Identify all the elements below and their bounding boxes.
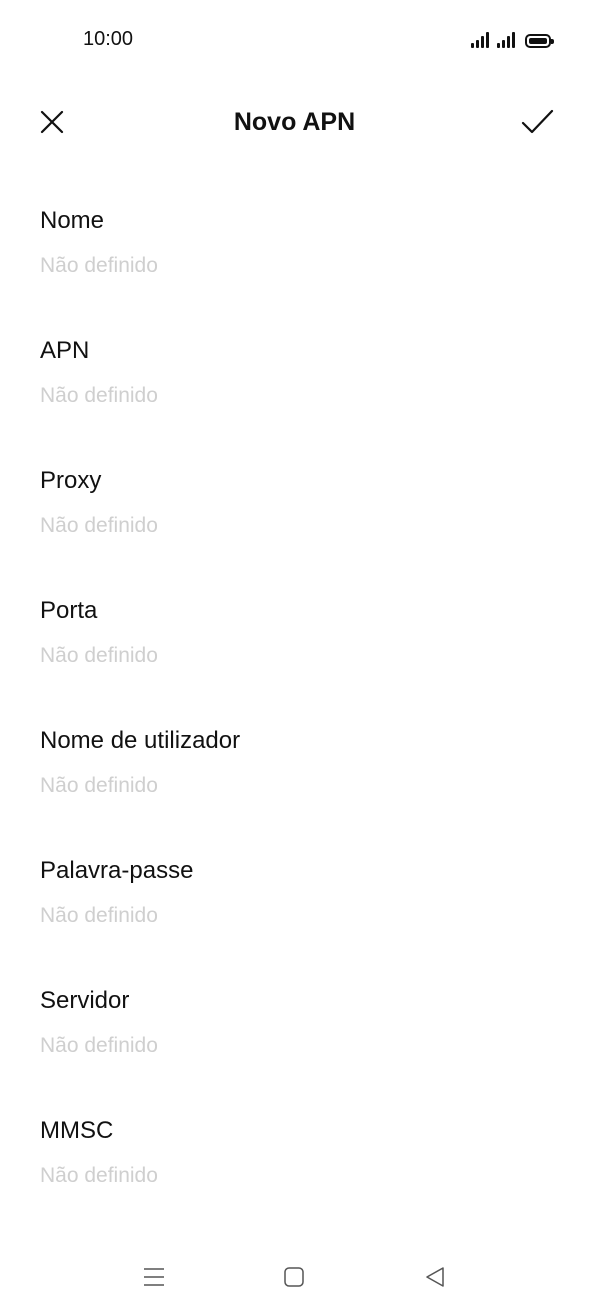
field-server[interactable]: Servidor Não definido: [0, 965, 589, 1095]
toolbar: Novo APN: [0, 90, 589, 154]
field-label: Nome: [40, 207, 105, 234]
field-value: Não definido: [40, 384, 158, 407]
page-title: Novo APN: [233, 108, 356, 136]
field-value: Não definido: [40, 1034, 158, 1057]
field-label: Palavra-passe: [40, 857, 194, 884]
field-value: Não definido: [40, 514, 158, 537]
field-mmsc[interactable]: MMSC Não definido: [0, 1095, 589, 1225]
navigation-bar: [0, 1239, 589, 1309]
field-port[interactable]: Porta Não definido: [0, 575, 589, 705]
menu-icon: [144, 1268, 164, 1286]
field-label: Proxy: [40, 467, 102, 494]
signal-icon: [471, 32, 489, 48]
confirm-button[interactable]: [517, 102, 557, 142]
nav-home-button[interactable]: [272, 1259, 316, 1295]
battery-icon: [525, 34, 554, 48]
field-label: Porta: [40, 597, 98, 624]
status-icons: [471, 30, 554, 48]
field-label: APN: [40, 337, 90, 364]
field-value: Não definido: [40, 774, 158, 797]
home-icon: [284, 1267, 304, 1287]
status-time: 10:00: [83, 28, 134, 50]
field-username[interactable]: Nome de utilizador Não definido: [0, 705, 589, 835]
back-icon: [426, 1267, 444, 1287]
nav-menu-button[interactable]: [132, 1259, 176, 1295]
field-value: Não definido: [40, 1164, 158, 1187]
field-value: Não definido: [40, 254, 158, 277]
signal-icon: [497, 32, 515, 48]
field-proxy[interactable]: Proxy Não definido: [0, 445, 589, 575]
field-label: Servidor: [40, 987, 130, 1014]
field-label: Nome de utilizador: [40, 727, 241, 754]
field-value: Não definido: [40, 904, 158, 927]
field-apn[interactable]: APN Não definido: [0, 315, 589, 445]
status-bar: 10:00: [0, 0, 589, 80]
apn-fields-list: Nome Não definido APN Não definido Proxy…: [0, 185, 589, 1225]
field-label: MMSC: [40, 1117, 114, 1144]
field-name[interactable]: Nome Não definido: [0, 185, 589, 315]
nav-back-button[interactable]: [413, 1259, 457, 1295]
field-password[interactable]: Palavra-passe Não definido: [0, 835, 589, 965]
field-value: Não definido: [40, 644, 158, 667]
checkmark-icon: [521, 109, 554, 134]
